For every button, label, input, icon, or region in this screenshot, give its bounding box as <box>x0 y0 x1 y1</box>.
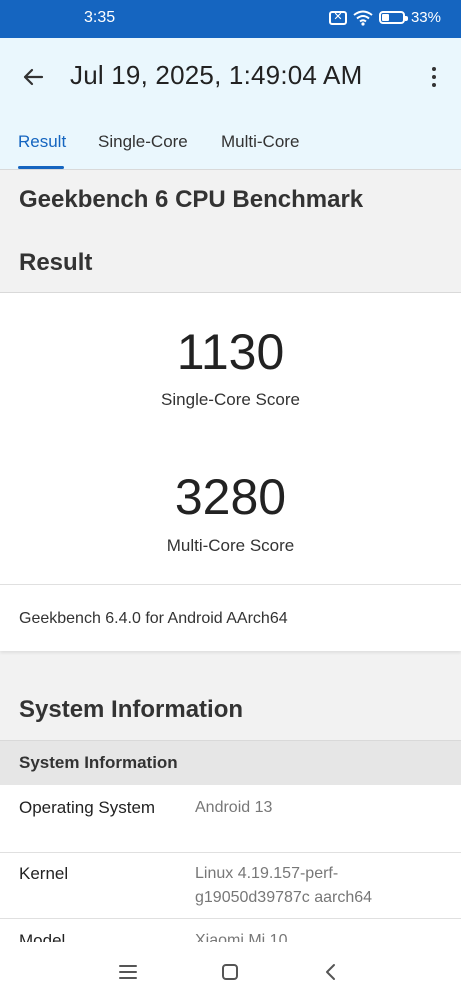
notification-x-icon: ✕ <box>328 10 347 25</box>
system-nav-bar <box>0 942 461 999</box>
system-info-heading: System Information <box>19 696 244 723</box>
divider <box>0 852 461 853</box>
divider <box>0 584 461 585</box>
overflow-menu-button[interactable] <box>423 62 445 92</box>
system-info-table-header: System Information <box>0 741 461 785</box>
single-core-score: 1130 <box>176 324 285 380</box>
row-value-operating-system: Android 13 <box>195 799 273 816</box>
system-info-table: System Information Operating System Andr… <box>0 740 461 950</box>
menu-lines-icon <box>119 965 137 979</box>
single-core-label: Single-Core Score <box>161 390 300 409</box>
tab-single-core[interactable]: Single-Core <box>98 132 188 152</box>
home-button[interactable] <box>216 958 244 986</box>
row-key-kernel: Kernel <box>19 864 69 883</box>
tab-bar: Result Single-Core Multi-Core <box>0 130 461 170</box>
multi-core-score: 3280 <box>174 469 287 525</box>
back-button[interactable] <box>18 62 48 92</box>
benchmark-title: Geekbench 6 CPU Benchmark <box>19 186 364 213</box>
divider <box>0 918 461 919</box>
wifi-icon <box>353 10 373 26</box>
chevron-left-icon <box>326 964 335 980</box>
multi-core-label: Multi-Core Score <box>166 536 295 555</box>
status-time: 3:35 <box>84 9 116 26</box>
tab-result[interactable]: Result <box>18 132 66 152</box>
row-value-kernel: Linux 4.19.157-perf-g19050d39787c aarch6… <box>195 865 373 906</box>
more-vert-icon <box>432 67 436 71</box>
back-arrow-icon <box>23 68 44 86</box>
recents-button[interactable] <box>114 958 142 986</box>
row-key-operating-system: Operating System <box>19 798 156 817</box>
battery-icon <box>378 11 408 24</box>
page-title: Jul 19, 2025, 1:49:04 AM <box>70 60 363 90</box>
geekbench-version: Geekbench 6.4.0 for Android AArch64 <box>19 610 288 627</box>
status-icons: ✕ 33% <box>328 9 441 26</box>
status-bar: 3:35 ✕ 33% <box>0 0 461 38</box>
divider <box>0 169 461 170</box>
home-square-icon <box>222 964 238 980</box>
app-bar: Jul 19, 2025, 1:49:04 AM Result Single-C… <box>0 38 461 170</box>
result-heading: Result <box>19 249 93 276</box>
score-card: 1130 Single-Core Score 3280 Multi-Core S… <box>0 292 461 651</box>
tab-multi-core[interactable]: Multi-Core <box>221 132 299 152</box>
table-header-label: System Information <box>19 753 178 772</box>
battery-percent: 33% <box>410 9 441 26</box>
nav-back-button[interactable] <box>317 958 345 986</box>
